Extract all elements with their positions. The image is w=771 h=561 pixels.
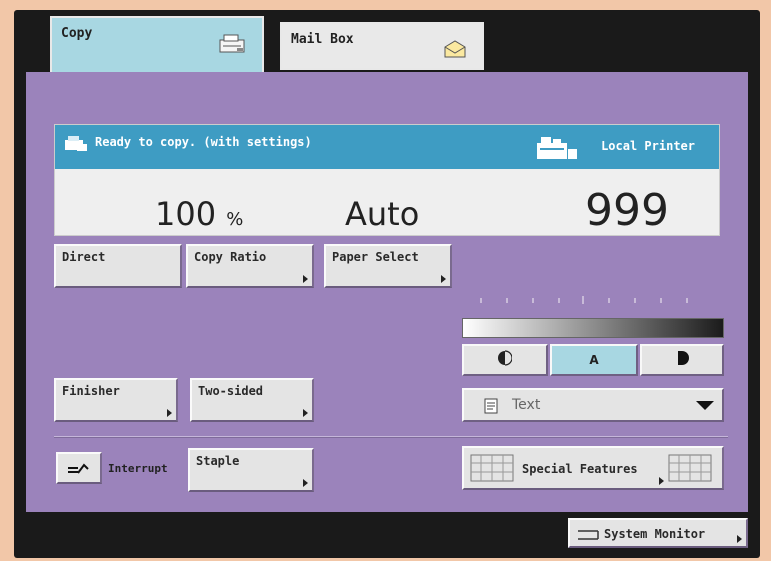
grid-icon: [668, 454, 712, 485]
two-sided-button-label: Two-sided: [198, 384, 264, 398]
direct-button-label: Direct: [62, 250, 106, 264]
monitor-icon: [576, 528, 600, 545]
submenu-arrow-icon: [737, 535, 742, 543]
submenu-arrow-icon: [303, 479, 308, 487]
staple-button-label: Staple: [196, 454, 240, 468]
density-darker-button[interactable]: [640, 344, 724, 376]
density-tick: [480, 298, 482, 303]
interrupt-icon: [66, 463, 92, 480]
paper-select-button[interactable]: Paper Select: [324, 244, 452, 288]
grid-icon: [470, 454, 514, 485]
status-display: Ready to copy. (with settings) Local Pri…: [54, 124, 720, 236]
document-icon: [484, 398, 498, 418]
copier-small-icon: [63, 134, 89, 155]
density-tick: [558, 298, 560, 303]
tab-mailbox-label: Mail Box: [291, 32, 354, 47]
submenu-arrow-icon: [167, 409, 172, 417]
system-monitor-button[interactable]: System Monitor: [568, 518, 748, 548]
density-auto-label: A: [589, 353, 599, 367]
special-features-button[interactable]: Special Features: [462, 446, 724, 490]
density-tick: [634, 298, 636, 303]
copier-icon: [218, 32, 248, 58]
special-features-label: Special Features: [522, 462, 638, 476]
section-divider: [54, 436, 728, 438]
status-message: Ready to copy. (with settings): [95, 135, 312, 149]
density-tick-center: [582, 296, 584, 304]
copy-count-value: 999: [585, 185, 669, 236]
image-type-select[interactable]: Text: [462, 388, 724, 422]
status-bar: Ready to copy. (with settings) Local Pri…: [55, 125, 719, 169]
finisher-button[interactable]: Finisher: [54, 378, 178, 422]
image-type-value: Text: [512, 397, 541, 413]
tab-mailbox[interactable]: Mail Box: [280, 22, 484, 70]
printer-icon: [535, 135, 579, 164]
darker-icon: [675, 350, 689, 370]
submenu-arrow-icon: [303, 275, 308, 283]
density-tick: [532, 298, 534, 303]
two-sided-button[interactable]: Two-sided: [190, 378, 314, 422]
tab-copy[interactable]: Copy: [50, 16, 264, 74]
printer-label: Local Printer: [601, 139, 695, 153]
ratio-number: 100: [155, 195, 217, 233]
paper-size-value: Auto: [345, 195, 420, 233]
submenu-arrow-icon: [303, 409, 308, 417]
system-monitor-label: System Monitor: [604, 527, 706, 541]
submenu-arrow-icon: [659, 477, 664, 485]
envelope-icon: [442, 38, 468, 64]
interrupt-button[interactable]: [56, 452, 102, 484]
submenu-arrow-icon: [441, 275, 446, 283]
paper-select-button-label: Paper Select: [332, 250, 419, 264]
density-tick: [660, 298, 662, 303]
chevron-down-icon: [696, 401, 714, 410]
direct-button[interactable]: Direct: [54, 244, 182, 288]
ratio-unit: %: [226, 209, 244, 230]
copy-ratio-button-label: Copy Ratio: [194, 250, 267, 264]
density-lighter-button[interactable]: [462, 344, 548, 376]
density-scale: [468, 296, 720, 306]
copy-ratio-button[interactable]: Copy Ratio: [186, 244, 314, 288]
finisher-button-label: Finisher: [62, 384, 120, 398]
tab-copy-label: Copy: [61, 26, 93, 41]
interrupt-label: Interrupt: [108, 462, 168, 475]
copy-ratio-value: 100 %: [155, 195, 243, 233]
density-tick: [686, 298, 688, 303]
staple-button[interactable]: Staple: [188, 448, 314, 492]
density-tick: [608, 298, 610, 303]
density-auto-button[interactable]: A: [550, 344, 638, 376]
density-gradient: [462, 318, 724, 338]
density-tick: [506, 298, 508, 303]
lighter-icon: [498, 350, 513, 370]
